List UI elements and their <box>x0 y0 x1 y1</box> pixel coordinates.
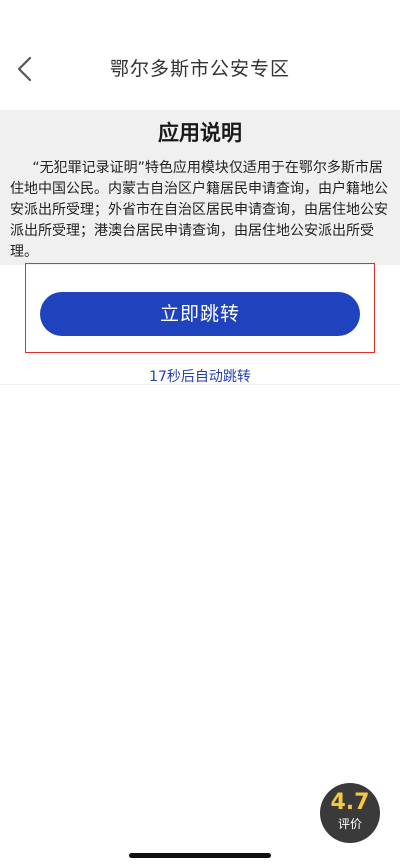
page: 鄂尔多斯市公安专区 应用说明 “无犯罪记录证明”特色应用模块仅适用于在鄂尔多斯市… <box>0 0 400 867</box>
nav-header: 鄂尔多斯市公安专区 <box>0 44 400 94</box>
rating-label: 评价 <box>337 817 362 831</box>
rating-score: 4.7 <box>330 790 370 815</box>
notice-panel: 应用说明 “无犯罪记录证明”特色应用模块仅适用于在鄂尔多斯市居住地中国公民。内蒙… <box>0 110 400 265</box>
rating-badge[interactable]: 4.7 评价 <box>320 783 380 843</box>
notice-body: “无犯罪记录证明”特色应用模块仅适用于在鄂尔多斯市居住地中国公民。内蒙古自治区户… <box>10 160 388 260</box>
jump-now-button[interactable]: 立即跳转 <box>40 292 360 336</box>
home-indicator[interactable] <box>129 853 271 858</box>
page-title: 鄂尔多斯市公安专区 <box>109 58 290 80</box>
divider <box>0 384 400 385</box>
notice-title: 应用说明 <box>158 121 242 145</box>
auto-jump-countdown: 17秒后自动跳转 <box>149 369 251 385</box>
